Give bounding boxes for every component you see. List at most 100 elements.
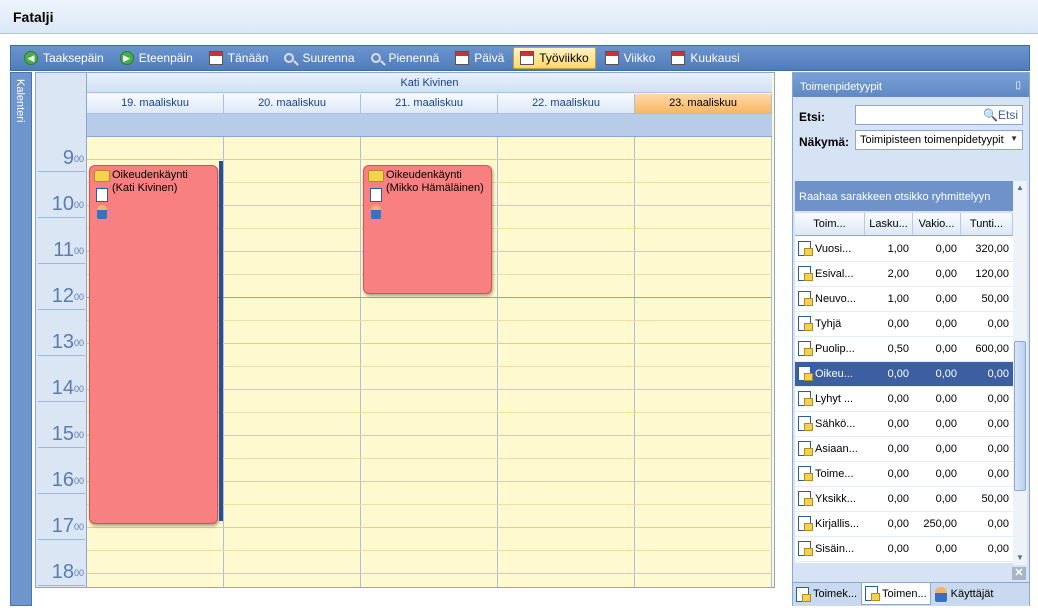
minute-value: 00 — [73, 384, 84, 394]
table-row[interactable]: Esival... 2,00 0,00 120,00 — [795, 262, 1013, 287]
search-button-label: Etsi — [997, 108, 1018, 122]
table-row[interactable]: Neuvo... 1,00 0,00 50,00 — [795, 287, 1013, 312]
toolbar-button-label: Kuukausi — [690, 51, 740, 65]
table-row[interactable]: Tyhjä 0,00 0,00 0,00 — [795, 312, 1013, 337]
table-cell: 2,00 — [887, 268, 909, 280]
appointment[interactable]: Oikeudenkäynti (Mikko Hämäläinen) — [363, 164, 492, 294]
table-row[interactable]: Toime... 0,00 0,00 0,00 — [795, 462, 1013, 487]
time-ruler: 900 1000 1100 1200 1300 1400 1500 1600 1700 1800 — [36, 137, 87, 587]
table-cell: 0,00 — [935, 418, 957, 430]
table-cell: Tyhjä — [815, 318, 842, 330]
toolbar-button-3[interactable]: Suurenna — [277, 47, 361, 69]
panel-tab[interactable]: Toimen... — [861, 583, 931, 605]
toolbar-button-0[interactable]: ◀ Taaksepäin — [17, 47, 111, 69]
table-cell: Lyhyt ... — [815, 393, 854, 405]
users-icon — [934, 586, 947, 602]
table-cell: 0,00 — [987, 543, 1009, 555]
panel-title: Toimenpidetyypit — [800, 81, 882, 93]
hour-value: 17 — [51, 515, 74, 537]
group-by-area[interactable]: Raahaa sarakkeen otsikko ryhmittelyyn — [795, 181, 1013, 211]
panel-vertical-scrollbar[interactable]: ▲ ▼ — [1013, 181, 1027, 565]
person-icon — [97, 204, 107, 219]
table-row[interactable]: Puolip... 0,50 0,00 600,00 — [795, 337, 1013, 362]
all-day-area[interactable] — [87, 114, 772, 137]
time-gridline — [87, 527, 772, 528]
panel-tab[interactable]: Toimek... — [793, 583, 860, 605]
column-header[interactable]: Vakio... — [913, 213, 961, 236]
table-row[interactable]: Vuosi... 1,00 0,00 320,00 — [795, 237, 1013, 262]
activity-type-icon — [798, 291, 813, 306]
calendar-side-tab-label: Kalenteri — [14, 79, 26, 123]
toolbar-button-label: Tänään — [227, 51, 269, 65]
search-icon: 🔍 — [983, 108, 998, 122]
day-header[interactable]: 22. maaliskuu — [498, 94, 635, 114]
day-header[interactable]: 23. maaliskuu — [635, 94, 772, 114]
calendar-week-icon — [604, 51, 619, 65]
hour-value: 11 — [53, 239, 74, 261]
forward-arrow-icon: ▶ — [119, 51, 134, 65]
table-cell: 320,00 — [975, 243, 1009, 255]
view-select-value: Toimipisteen toimenpidetyypit — [860, 134, 1004, 146]
toolbar-button-7[interactable]: Viikko — [598, 47, 663, 69]
hour-label: 1100 — [40, 239, 84, 261]
appointment-person: (Kati Kivinen) — [112, 181, 178, 194]
table-row[interactable]: Kirjallis... 0,00 250,00 0,00 — [795, 512, 1013, 537]
activity-type-icon — [796, 586, 811, 602]
table-row[interactable]: Sisäin... 0,00 0,00 0,00 — [795, 537, 1013, 562]
search-input[interactable]: 🔍Etsi — [855, 105, 1023, 125]
toolbar-button-8[interactable]: Kuukausi — [664, 47, 746, 69]
activity-type-icon — [798, 366, 813, 381]
table-cell: 50,00 — [981, 493, 1009, 505]
hour-divider — [38, 263, 85, 264]
table-cell: 0,00 — [987, 518, 1009, 530]
activity-type-icon — [865, 586, 881, 601]
appointment[interactable]: Oikeudenkäynti (Kati Kivinen) — [89, 164, 218, 524]
pin-icon[interactable]: ▯ — [1015, 80, 1021, 91]
column-header[interactable]: Tunti... — [961, 213, 1013, 236]
minute-value: 00 — [73, 338, 84, 348]
toolbar-button-1[interactable]: ▶ Eteenpäin — [113, 47, 200, 69]
table-row[interactable]: Lyhyt ... 0,00 0,00 0,00 — [795, 387, 1013, 412]
view-select[interactable]: Toimipisteen toimenpidetyypit ▼ — [855, 130, 1023, 150]
calendar-vertical-scrollbar[interactable]: ▲ ▼ — [774, 73, 775, 588]
chevron-down-icon[interactable]: ▼ — [1010, 134, 1018, 143]
table-row[interactable]: Asiaan... 0,00 0,00 0,00 — [795, 437, 1013, 462]
toolbar-button-2[interactable]: Tänään — [202, 47, 276, 69]
table-cell: 0,00 — [987, 368, 1009, 380]
table-row[interactable]: Oikeu... 0,00 0,00 0,00 — [795, 362, 1013, 387]
toolbar-button-5[interactable]: Päivä — [448, 47, 511, 69]
search-button[interactable]: 🔍Etsi — [983, 108, 1018, 122]
calendar-side-tab[interactable]: Kalenteri — [10, 72, 32, 606]
toolbar-button-6[interactable]: Työviikko — [513, 47, 596, 69]
hour-label: 1800 — [40, 561, 84, 583]
calendar-grid[interactable]: Oikeudenkäynti (Kati Kivinen) Oikeudenkäyn… — [87, 137, 772, 587]
hour-divider — [38, 447, 85, 448]
table-cell: Sisäin... — [815, 543, 855, 555]
table-row[interactable]: Yksikk... 0,00 0,00 50,00 — [795, 487, 1013, 512]
scroll-down-icon[interactable]: ▼ — [1016, 553, 1024, 562]
panel-tab-label: Toimen... — [882, 587, 927, 600]
panel-scroll-thumb[interactable] — [1014, 341, 1026, 491]
day-header[interactable]: 19. maaliskuu — [87, 94, 224, 114]
column-header[interactable]: Toim... — [795, 213, 865, 236]
time-gridline — [87, 573, 772, 574]
hour-divider — [38, 217, 85, 218]
day-header[interactable]: 20. maaliskuu — [224, 94, 361, 114]
activity-type-icon — [798, 491, 813, 506]
calendar-day-icon — [455, 51, 470, 65]
time-gridline — [87, 550, 772, 551]
panel-tab[interactable]: Käyttäjät — [932, 583, 997, 605]
table-cell: 0,50 — [887, 343, 909, 355]
toolbar-button-label: Päivä — [474, 51, 505, 65]
scroll-up-icon[interactable]: ▲ — [1016, 183, 1024, 192]
table-row[interactable]: Sähkö... 0,00 0,00 0,00 — [795, 412, 1013, 437]
column-header[interactable]: Lasku... — [865, 213, 913, 236]
minute-value: 00 — [73, 292, 84, 302]
day-header[interactable]: 21. maaliskuu — [361, 94, 498, 114]
minute-value: 00 — [73, 154, 84, 164]
table-cell: 1,00 — [887, 293, 909, 305]
toolbar-button-4[interactable]: Pienennä — [364, 47, 447, 69]
hour-value: 9 — [62, 147, 74, 169]
activity-type-icon — [798, 416, 813, 431]
close-icon[interactable]: ✕ — [1012, 567, 1026, 580]
